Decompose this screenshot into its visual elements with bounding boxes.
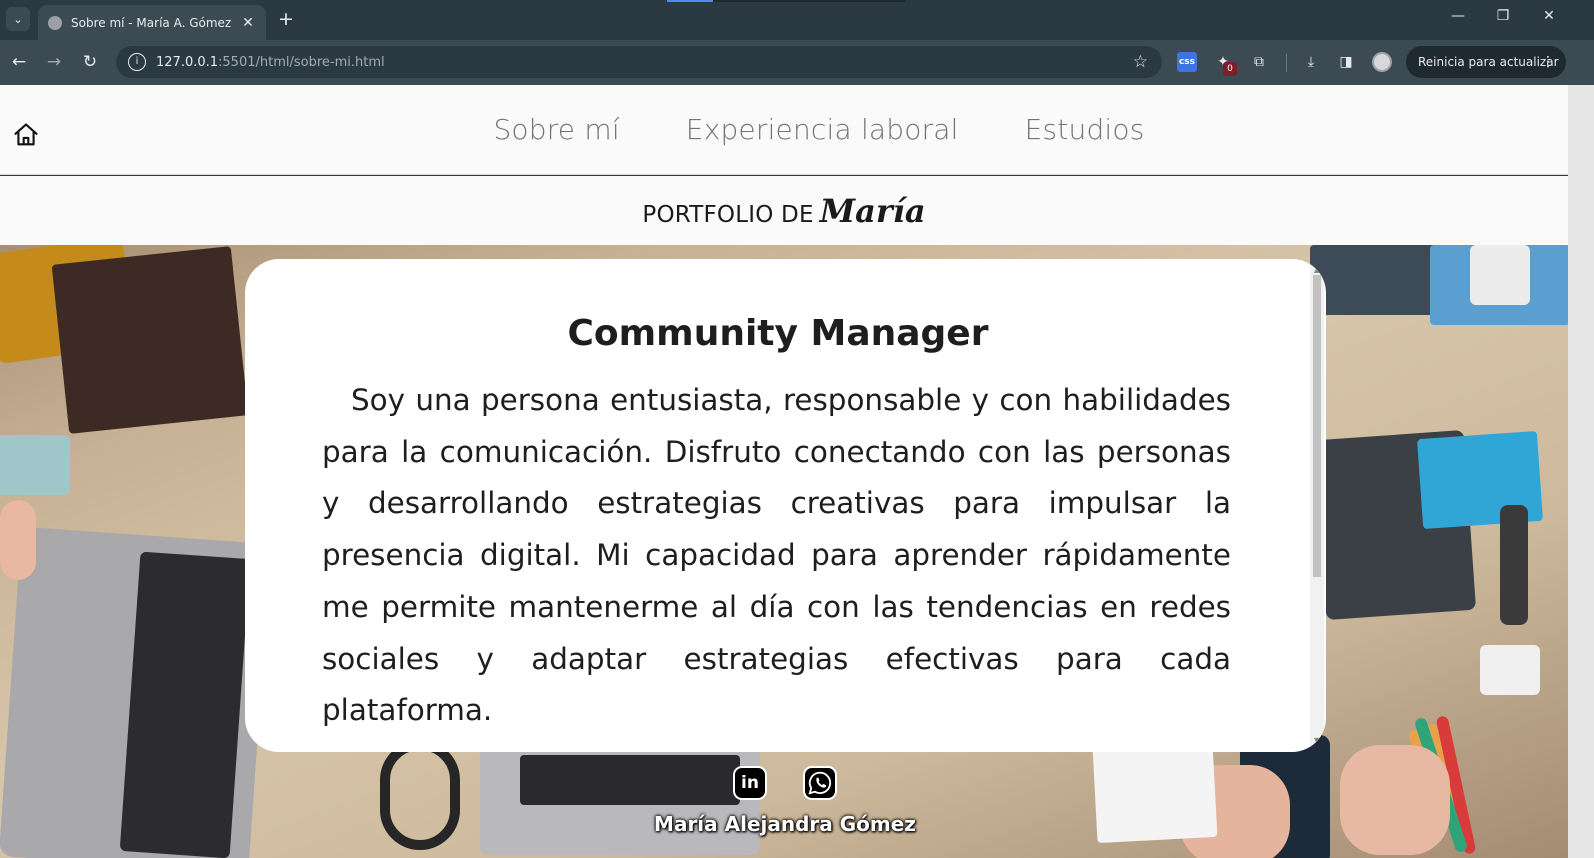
- back-icon[interactable]: ←: [8, 51, 30, 73]
- update-button[interactable]: Reinicia para actualizar ⋮: [1406, 46, 1566, 78]
- side-panel-icon[interactable]: ◨: [1336, 52, 1356, 72]
- usb-device-image: [1500, 505, 1528, 625]
- nav-link-estudios[interactable]: Estudios: [1025, 113, 1145, 146]
- hero-background: Community Manager Soy una persona entusi…: [0, 245, 1568, 858]
- profile-avatar[interactable]: [1372, 52, 1392, 72]
- minimize-icon[interactable]: —: [1443, 8, 1473, 24]
- footer-name: María Alejandra Gómez: [654, 812, 916, 836]
- hand-left-image: [0, 500, 36, 580]
- tab-loading-indicator: [667, 0, 905, 2]
- card-scrollbar[interactable]: ▲ ▼: [1310, 263, 1324, 748]
- page-scrollbar[interactable]: [1568, 85, 1594, 858]
- update-button-label: Reinicia para actualizar: [1418, 55, 1559, 69]
- adapter-image: [1480, 645, 1540, 695]
- reload-icon[interactable]: ↻: [79, 51, 101, 73]
- linkedin-icon[interactable]: in: [733, 766, 767, 800]
- paper-stack-image: [0, 435, 70, 495]
- globe-icon: [48, 15, 62, 30]
- more-menu-icon[interactable]: ⋮: [1541, 54, 1555, 70]
- whatsapp-glyph: [808, 771, 832, 795]
- toolbar-divider: [1286, 54, 1287, 72]
- card-description: Soy una persona entusiasta, responsable …: [322, 383, 1231, 728]
- extension-css-icon[interactable]: css: [1177, 52, 1197, 72]
- site-info-icon[interactable]: i: [128, 53, 146, 71]
- nav-link-experiencia-laboral[interactable]: Experiencia laboral: [686, 113, 959, 146]
- page-viewport: Sobre mí Experiencia laboral Estudios PO…: [0, 85, 1568, 858]
- about-card[interactable]: Community Manager Soy una persona entusi…: [245, 259, 1326, 752]
- chevron-down-icon: ⌄: [13, 12, 23, 26]
- logo-prefix: PORTFOLIO DE: [642, 202, 814, 228]
- keyboard-bottom-image: [520, 755, 740, 805]
- address-bar[interactable]: i 127.0.0.1:5501/html/sobre-mi.html ☆: [116, 46, 1162, 78]
- download-icon[interactable]: ⤓: [1301, 52, 1321, 72]
- new-tab-button[interactable]: +: [276, 9, 296, 29]
- site-navbar: Sobre mí Experiencia laboral Estudios: [0, 85, 1568, 175]
- close-tab-icon[interactable]: ✕: [240, 15, 256, 31]
- card-scrollbar-thumb[interactable]: [1313, 275, 1321, 577]
- logo-name: María: [819, 192, 926, 230]
- card-title: Community Manager: [567, 313, 989, 354]
- brand-banner: PORTFOLIO DE María: [0, 176, 1568, 246]
- restore-icon[interactable]: ❐: [1488, 8, 1518, 24]
- browser-tab-active[interactable]: Sobre mí - María A. Gómez ✕: [38, 5, 266, 40]
- site-logo: PORTFOLIO DE María: [642, 192, 925, 230]
- scroll-up-arrow-icon[interactable]: ▲: [1313, 266, 1321, 274]
- forward-icon[interactable]: →: [43, 51, 65, 73]
- scroll-down-arrow-icon[interactable]: ▼: [1313, 737, 1321, 745]
- extensions-icon[interactable]: ⧉: [1249, 52, 1269, 72]
- bookmark-star-icon[interactable]: ☆: [1133, 52, 1148, 72]
- tab-title: Sobre mí - María A. Gómez: [71, 15, 232, 30]
- extension-badge: 0: [1223, 62, 1237, 76]
- main-menu: Sobre mí Experiencia laboral Estudios: [0, 113, 1568, 146]
- whatsapp-icon[interactable]: [803, 766, 837, 800]
- browser-tab-strip: ⌄ Sobre mí - María A. Gómez ✕ + — ❐ ✕: [0, 0, 1594, 40]
- close-window-icon[interactable]: ✕: [1534, 8, 1564, 24]
- notebook-image: [51, 246, 249, 434]
- hand-far-right-image: [1340, 745, 1450, 855]
- tab-search-button[interactable]: ⌄: [6, 7, 30, 31]
- nav-link-sobre-mi[interactable]: Sobre mí: [493, 113, 619, 146]
- laptop-top-right-image: [1310, 245, 1450, 315]
- phone-top-right-image: [1470, 245, 1530, 305]
- browser-toolbar: ← → ↻ i 127.0.0.1:5501/html/sobre-mi.htm…: [0, 40, 1594, 85]
- linkedin-label: in: [741, 773, 759, 793]
- url-text: 127.0.0.1:5501/html/sobre-mi.html: [156, 54, 385, 70]
